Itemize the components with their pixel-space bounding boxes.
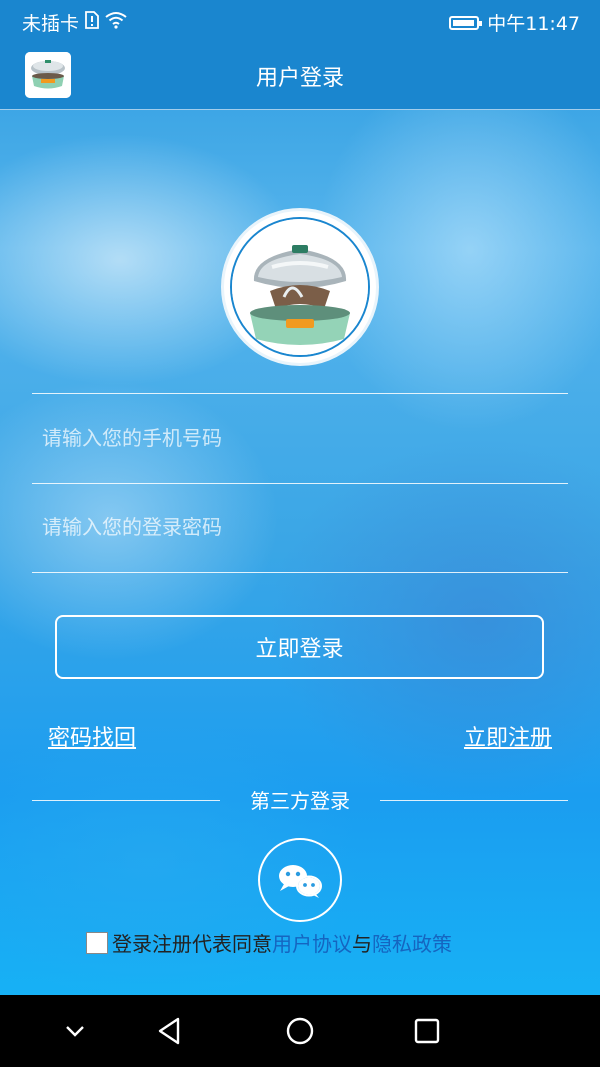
page-title: 用户登录 — [255, 66, 344, 91]
nav-home-button[interactable] — [282, 1013, 318, 1049]
terms-link[interactable]: 用户协议 — [272, 928, 352, 957]
status-bar: 未插卡 中午11:47 — [0, 0, 600, 42]
no-sim-icon — [85, 11, 99, 34]
clock-text: 中午11:47 — [487, 13, 580, 35]
wifi-icon — [105, 11, 127, 34]
back-triangle-icon — [158, 1017, 180, 1045]
login-screen: 未插卡 中午11:47 用户登录 请输入您的手机号码 立即登录 密码找回 立即注… — [0, 0, 600, 1067]
recents-square-icon — [414, 1018, 440, 1044]
phone-input[interactable] — [32, 408, 568, 468]
product-avatar — [221, 208, 379, 366]
nav-back-button[interactable] — [152, 1013, 188, 1049]
divider-middle — [32, 483, 568, 484]
password-input[interactable] — [32, 497, 568, 557]
carrier-text: 未插卡 — [22, 13, 80, 35]
battery-icon — [449, 15, 483, 30]
agreement-text: 登录注册代表同意 — [112, 932, 272, 956]
nav-collapse-button[interactable] — [57, 1013, 93, 1049]
agreement-row: 登录注册代表同意 用户协议 与 隐私政策 — [86, 928, 452, 957]
nav-recents-button[interactable] — [409, 1013, 445, 1049]
login-button[interactable]: 立即登录 — [55, 615, 544, 679]
third-party-divider-right — [380, 800, 568, 801]
agree-checkbox[interactable] — [86, 931, 108, 954]
navigation-bar — [0, 995, 600, 1067]
privacy-link[interactable]: 隐私政策 — [372, 928, 452, 957]
register-link[interactable]: 立即注册 — [464, 720, 552, 752]
chevron-down-icon — [66, 1026, 84, 1037]
home-circle-icon — [286, 1017, 314, 1045]
title-bar: 用户登录 — [0, 42, 600, 110]
wechat-login-button[interactable] — [258, 838, 342, 922]
agreement-conjunction: 与 — [352, 932, 372, 956]
forgot-password-link[interactable]: 密码找回 — [48, 720, 136, 752]
divider-bottom — [32, 572, 568, 573]
wechat-icon — [279, 865, 322, 898]
divider-top — [32, 393, 568, 394]
